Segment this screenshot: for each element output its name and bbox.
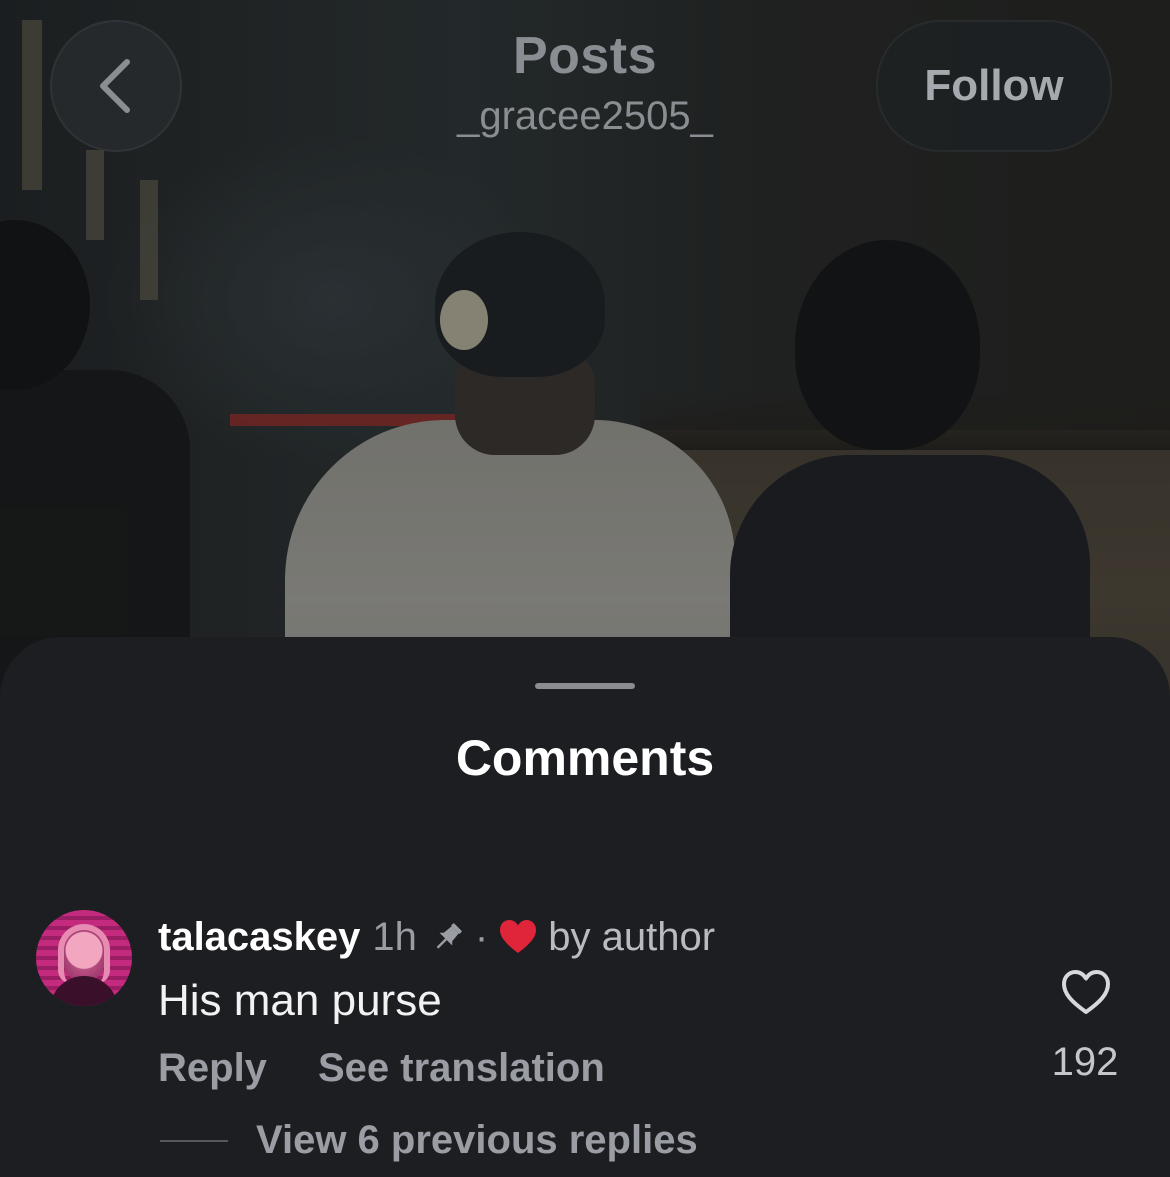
sheet-drag-handle[interactable] bbox=[535, 683, 635, 689]
like-count: 192 bbox=[1051, 1040, 1119, 1084]
comment-text: His man purse bbox=[158, 976, 442, 1025]
comment-meta: talacaskey 1h · by author bbox=[158, 912, 715, 962]
comments-sheet: Comments bbox=[0, 637, 1170, 1177]
pin-icon bbox=[436, 923, 462, 949]
follow-button[interactable]: Follow bbox=[876, 20, 1112, 152]
comments-title: Comments bbox=[455, 730, 715, 786]
view-replies-button[interactable]: View 6 previous replies bbox=[256, 1118, 698, 1163]
page-title: Posts bbox=[512, 27, 658, 85]
replies-divider bbox=[160, 1140, 228, 1142]
reply-button[interactable]: Reply bbox=[158, 1046, 267, 1091]
see-translation-button[interactable]: See translation bbox=[318, 1046, 605, 1091]
comment-time: 1h bbox=[372, 914, 417, 959]
back-button[interactable] bbox=[50, 20, 182, 152]
heart-outline-icon[interactable] bbox=[1060, 968, 1112, 1016]
avatar-hair bbox=[58, 924, 110, 984]
meta-separator: · bbox=[474, 914, 489, 959]
comment-username[interactable]: talacaskey bbox=[158, 915, 360, 960]
heart-filled-icon bbox=[500, 920, 537, 953]
page-subtitle-username[interactable]: _gracee2505_ bbox=[385, 94, 785, 139]
liked-by-author-label: by author bbox=[548, 914, 716, 959]
avatar-shoulders bbox=[50, 976, 118, 1006]
chevron-left-icon bbox=[100, 59, 130, 113]
avatar[interactable] bbox=[36, 910, 132, 1006]
